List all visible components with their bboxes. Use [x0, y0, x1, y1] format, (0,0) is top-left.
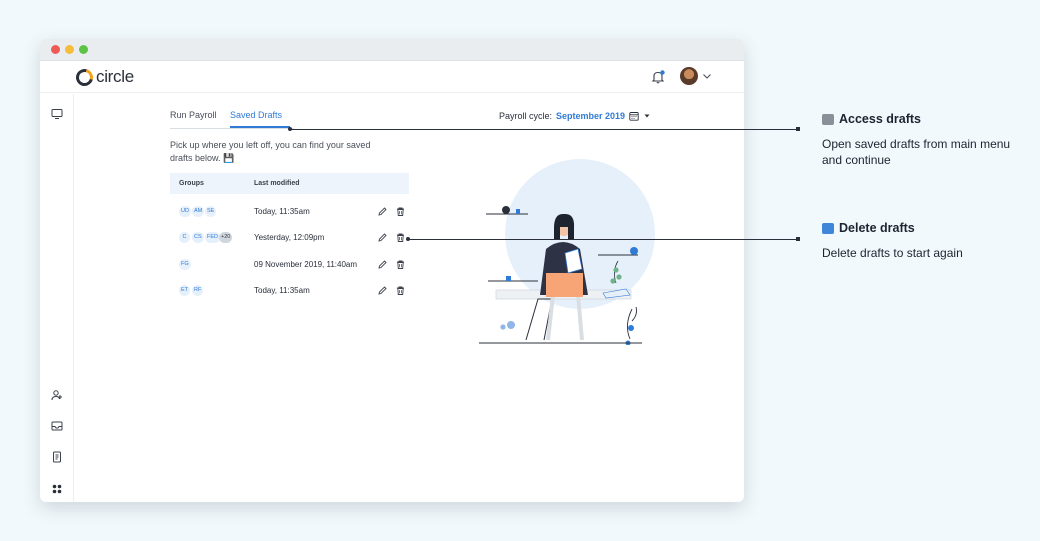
group-chip: RF	[192, 285, 204, 296]
annotation-delete-drafts-label: Delete drafts	[839, 221, 915, 235]
minimize-window-button[interactable]	[65, 45, 74, 54]
monitor-icon[interactable]	[51, 108, 63, 120]
tab-saved-drafts[interactable]: Saved Drafts	[230, 110, 282, 120]
groups-column-header: Groups	[179, 180, 204, 187]
payroll-cycle-selector[interactable]: Payroll cycle: September 2019	[499, 111, 651, 121]
group-chip: FED	[205, 232, 220, 243]
folder-icon	[822, 113, 834, 125]
person-at-desk-illustration	[479, 159, 655, 345]
callout-line-delete-drafts	[408, 239, 798, 240]
logo-icon	[72, 65, 97, 89]
delete-trash-icon[interactable]	[395, 285, 406, 296]
tab-run-payroll[interactable]: Run Payroll	[170, 110, 217, 120]
inbox-icon[interactable]	[51, 420, 63, 432]
edit-pencil-icon[interactable]	[377, 259, 388, 270]
tab-divider	[170, 128, 294, 129]
annotation-access-drafts-desc: Open saved drafts from main menu and con…	[822, 137, 1011, 167]
last-modified-value: Today, 11:35am	[254, 207, 310, 216]
delete-trash-icon[interactable]	[395, 259, 406, 270]
group-chip: SE	[205, 206, 217, 217]
delete-trash-icon[interactable]	[395, 232, 406, 243]
chevron-down-icon[interactable]	[702, 71, 712, 81]
user-add-icon[interactable]	[51, 389, 63, 401]
brand-name: circle	[96, 67, 134, 86]
more-groups-badge: +20	[219, 232, 233, 243]
callout-line-access-drafts	[290, 129, 798, 130]
edit-pencil-icon[interactable]	[377, 285, 388, 296]
modified-column-header: Last modified	[254, 180, 300, 187]
payroll-cycle-value: September 2019	[556, 111, 626, 121]
app-window: circle Run Payroll Saved Drafts Payroll …	[40, 39, 744, 502]
caret-down-icon[interactable]	[643, 112, 651, 120]
brand-logo[interactable]: circle	[72, 65, 134, 89]
app-header: circle	[40, 61, 744, 93]
table-row[interactable]: ET RF Today, 11:35am	[170, 281, 409, 301]
delete-trash-icon[interactable]	[395, 206, 406, 217]
table-row[interactable]: UD AM SE Today, 11:35am	[170, 202, 409, 222]
edit-pencil-icon[interactable]	[377, 206, 388, 217]
group-chip: ET	[179, 285, 191, 296]
annotation-delete-drafts-desc: Delete drafts to start again	[822, 246, 963, 260]
drafts-table-header: Groups Last modified	[170, 173, 409, 194]
user-avatar[interactable]	[680, 67, 698, 85]
callout-end-delete-drafts	[796, 237, 800, 241]
annotation-access-drafts-label: Access drafts	[839, 112, 921, 126]
table-row[interactable]: FG 09 November 2019, 11:40am	[170, 255, 409, 275]
apps-grid-icon[interactable]	[51, 483, 63, 495]
calendar-icon[interactable]	[629, 111, 639, 121]
table-row[interactable]: C CS FED +20 Yesterday, 12:09pm	[170, 228, 409, 248]
last-modified-value: 09 November 2019, 11:40am	[254, 260, 358, 269]
payroll-cycle-label: Payroll cycle:	[499, 111, 553, 121]
annotation-access-drafts-title: Access drafts	[822, 112, 921, 126]
tab-bar: Run Payroll Saved Drafts	[170, 110, 430, 129]
last-modified-value: Yesterday, 12:09pm	[254, 233, 325, 242]
group-chip: C	[179, 232, 190, 243]
edit-pencil-icon[interactable]	[377, 232, 388, 243]
group-chip: FG	[179, 259, 191, 270]
group-chip: CS	[192, 232, 204, 243]
callout-end-access-drafts	[796, 127, 800, 131]
close-window-button[interactable]	[51, 45, 60, 54]
document-icon[interactable]	[51, 451, 63, 463]
last-modified-value: Today, 11:35am	[254, 286, 310, 295]
group-chip: UD	[179, 206, 191, 217]
number-one-icon	[822, 222, 834, 234]
annotation-delete-drafts-title: Delete drafts	[822, 221, 915, 235]
sidebar	[40, 94, 74, 502]
intro-text: Pick up where you left off, you can find…	[170, 140, 371, 163]
notification-bell-icon[interactable]	[650, 69, 666, 85]
group-chip: AM	[192, 206, 205, 217]
maximize-window-button[interactable]	[79, 45, 88, 54]
title-bar	[40, 39, 744, 61]
